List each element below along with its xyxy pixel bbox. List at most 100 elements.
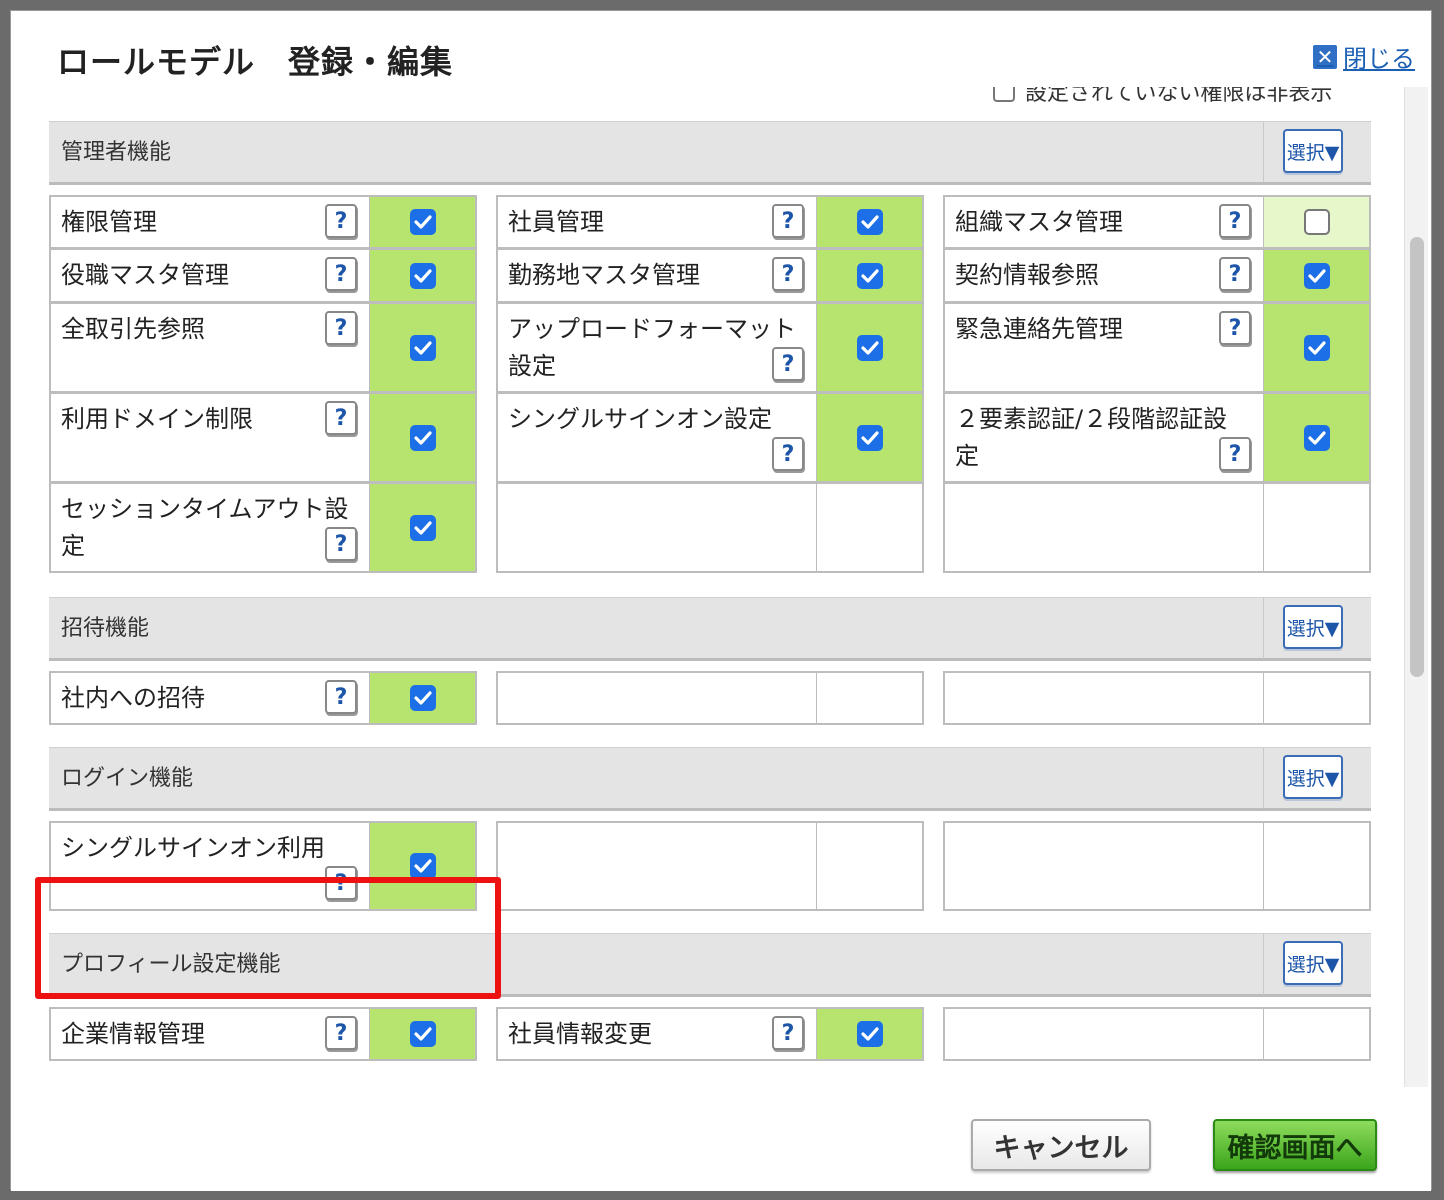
checkbox-area[interactable] xyxy=(369,394,475,481)
help-icon[interactable]: ? xyxy=(772,347,804,381)
select-all-button[interactable]: 選択▼ xyxy=(1283,941,1343,985)
help-icon[interactable]: ? xyxy=(1219,257,1251,291)
checkbox-checked[interactable] xyxy=(409,209,436,235)
checkbox-area[interactable] xyxy=(816,1009,922,1059)
help-icon[interactable]: ? xyxy=(1219,204,1251,238)
permission-cell: 勤務地マスタ管理? xyxy=(496,249,924,303)
checkbox-area xyxy=(1263,673,1369,723)
checkbox-area[interactable] xyxy=(369,197,475,247)
checkbox-checked[interactable] xyxy=(1303,424,1330,451)
permission-label: シングルサインオン利用 xyxy=(61,834,325,862)
help-icon[interactable]: ? xyxy=(325,311,357,345)
help-icon[interactable]: ? xyxy=(1219,311,1251,345)
help-icon[interactable]: ? xyxy=(772,437,804,471)
help-icon[interactable]: ? xyxy=(772,204,804,238)
hide-unset-checkbox[interactable] xyxy=(993,87,1015,102)
checkbox-checked[interactable] xyxy=(409,685,436,711)
hide-unset-label: 設定されていない権限は非表示 xyxy=(1025,87,1333,106)
checkbox-area[interactable] xyxy=(1263,394,1369,481)
section-header: 招待機能 選択▼ xyxy=(49,597,1371,661)
section-title: 招待機能 xyxy=(61,616,150,641)
scrollbar-thumb[interactable] xyxy=(1410,237,1424,677)
help-icon[interactable]: ? xyxy=(772,1016,804,1050)
checkbox-checked[interactable] xyxy=(409,424,436,451)
permission-label: シングルサインオン設定 xyxy=(508,405,772,433)
checkbox-area[interactable] xyxy=(369,304,475,391)
confirm-button[interactable]: 確認画面へ xyxy=(1213,1119,1377,1171)
checkbox-unchecked[interactable] xyxy=(1303,209,1330,235)
section-title: 管理者機能 xyxy=(61,140,172,165)
help-icon[interactable]: ? xyxy=(325,1016,357,1050)
empty-cell xyxy=(943,821,1371,911)
help-icon[interactable]: ? xyxy=(325,527,357,561)
permission-cell: ２要素認証/２段階認証設定? xyxy=(943,393,1371,483)
permission-cell: 社員管理? xyxy=(496,195,924,249)
help-icon[interactable]: ? xyxy=(772,257,804,291)
section-header: ログイン機能 選択▼ xyxy=(49,747,1371,811)
checkbox-area[interactable] xyxy=(1263,197,1369,247)
permission-label: 利用ドメイン制限 xyxy=(61,405,253,433)
checkbox-area[interactable] xyxy=(816,250,922,301)
checkbox-checked[interactable] xyxy=(409,1021,436,1047)
checkbox-area[interactable] xyxy=(369,484,475,571)
checkbox-checked[interactable] xyxy=(409,262,436,289)
permission-cell: 緊急連絡先管理? xyxy=(943,303,1371,393)
permission-label: ２要素認証/２段階認証設定 xyxy=(955,405,1228,470)
checkbox-checked[interactable] xyxy=(856,209,883,235)
checkbox-area[interactable] xyxy=(816,394,922,481)
permission-grid: 権限管理? 社員管理? 組織マスタ管理? 役職マスタ管理? 勤務地マスタ管理? 契約情報参… xyxy=(49,195,1371,573)
help-icon[interactable]: ? xyxy=(1219,437,1251,471)
checkbox-checked[interactable] xyxy=(1303,334,1330,361)
dialog-title: ロールモデル 登録・編集 xyxy=(57,43,454,81)
select-all-button[interactable]: 選択▼ xyxy=(1283,129,1343,173)
select-all-button[interactable]: 選択▼ xyxy=(1283,605,1343,649)
checkbox-checked[interactable] xyxy=(856,262,883,289)
checkbox-area[interactable] xyxy=(816,304,922,391)
permission-cell: 社員情報変更? xyxy=(496,1007,924,1061)
checkbox-checked[interactable] xyxy=(409,853,436,879)
checkbox-area[interactable] xyxy=(369,673,475,723)
checkbox-area xyxy=(816,823,922,909)
help-icon[interactable]: ? xyxy=(325,680,357,714)
select-all-button[interactable]: 選択▼ xyxy=(1283,755,1343,799)
empty-cell xyxy=(496,671,924,725)
permission-cell: 役職マスタ管理? xyxy=(49,249,477,303)
checkbox-area[interactable] xyxy=(1263,304,1369,391)
help-icon[interactable]: ? xyxy=(325,257,357,291)
checkbox-area[interactable] xyxy=(816,197,922,247)
checkbox-area[interactable] xyxy=(369,250,475,301)
permission-label: 緊急連絡先管理 xyxy=(955,315,1123,343)
header-divider xyxy=(1263,122,1264,183)
cancel-button[interactable]: キャンセル xyxy=(971,1119,1151,1171)
checkbox-area[interactable] xyxy=(369,1009,475,1059)
checkbox-checked[interactable] xyxy=(1303,262,1330,289)
checkbox-checked[interactable] xyxy=(856,1021,883,1047)
section-title: ログイン機能 xyxy=(61,766,194,791)
permission-label: 契約情報参照 xyxy=(955,261,1099,289)
close-icon[interactable]: ✕ xyxy=(1313,44,1337,69)
checkbox-area xyxy=(1263,823,1369,909)
checkbox-checked[interactable] xyxy=(856,424,883,451)
hide-unset-option[interactable]: 設定されていない権限は非表示 xyxy=(993,87,1332,107)
checkbox-checked[interactable] xyxy=(856,334,883,361)
section-header: 管理者機能 選択▼ xyxy=(49,121,1371,185)
checkbox-area[interactable] xyxy=(1263,250,1369,301)
close-label[interactable]: 閉じる xyxy=(1343,39,1415,74)
permission-grid: 社内への招待? xyxy=(49,671,1371,725)
empty-cell xyxy=(496,821,924,911)
close-link[interactable]: ✕ 閉じる xyxy=(1313,39,1415,74)
permission-cell: 社内への招待? xyxy=(49,671,477,725)
permission-label: 勤務地マスタ管理 xyxy=(508,261,700,289)
permissions-scroll-area[interactable]: 設定されていない権限は非表示 管理者機能 選択▼ 権限管理? 社員管理? 組織マスタ管理… xyxy=(11,87,1401,1087)
help-icon[interactable]: ? xyxy=(325,204,357,238)
help-icon[interactable]: ? xyxy=(325,401,357,435)
scrollbar[interactable] xyxy=(1404,87,1428,1087)
permission-cell: 権限管理? xyxy=(49,195,477,249)
permission-cell: 企業情報管理? xyxy=(49,1007,477,1061)
checkbox-checked[interactable] xyxy=(409,514,436,541)
permission-label: 社員管理 xyxy=(508,208,604,236)
checkbox-area xyxy=(1263,484,1369,571)
empty-cell xyxy=(943,1007,1371,1061)
checkbox-checked[interactable] xyxy=(409,334,436,361)
permission-label: セッションタイムアウト設定 xyxy=(61,495,349,560)
